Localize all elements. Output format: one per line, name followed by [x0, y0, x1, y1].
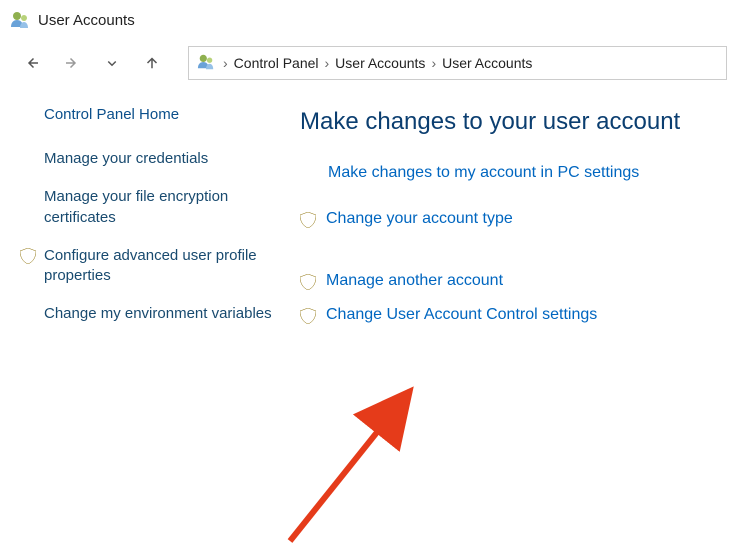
- recent-locations-dropdown[interactable]: [98, 49, 126, 77]
- address-bar[interactable]: › Control Panel › User Accounts › User A…: [188, 46, 727, 80]
- sidebar-item-file-encryption[interactable]: Manage your file encryption certificates: [44, 187, 274, 228]
- shield-icon: [300, 212, 316, 228]
- breadcrumb-item[interactable]: User Accounts: [442, 55, 532, 71]
- sidebar-item-label: Change my environment variables: [44, 304, 274, 324]
- user-accounts-icon: [197, 53, 217, 73]
- sidebar-item-label: Configure advanced user profile properti…: [44, 246, 274, 287]
- annotation-arrow: [270, 371, 450, 551]
- shield-icon: [20, 248, 36, 264]
- forward-button[interactable]: [58, 49, 86, 77]
- link-label[interactable]: Manage another account: [326, 272, 503, 290]
- sidebar: Control Panel Home Manage your credentia…: [0, 106, 300, 343]
- chevron-right-icon[interactable]: ›: [325, 55, 330, 71]
- user-accounts-icon: [10, 10, 30, 30]
- sidebar-item-manage-credentials[interactable]: Manage your credentials: [44, 149, 274, 169]
- content-area: Control Panel Home Manage your credentia…: [0, 106, 737, 343]
- breadcrumb-item[interactable]: Control Panel: [234, 55, 319, 71]
- link-label[interactable]: Make changes to my account in PC setting…: [328, 164, 639, 182]
- sidebar-item-env-vars[interactable]: Change my environment variables: [44, 304, 274, 324]
- link-change-account-type[interactable]: Change your account type: [300, 210, 737, 228]
- chevron-right-icon[interactable]: ›: [431, 55, 436, 71]
- link-uac-settings[interactable]: Change User Account Control settings: [300, 306, 737, 324]
- window-title: User Accounts: [38, 12, 135, 29]
- back-button[interactable]: [18, 49, 46, 77]
- sidebar-item-advanced-profile[interactable]: Configure advanced user profile properti…: [44, 246, 274, 287]
- link-label[interactable]: Change your account type: [326, 210, 513, 228]
- main-panel: Make changes to your user account Make c…: [300, 106, 737, 343]
- link-pc-settings[interactable]: Make changes to my account in PC setting…: [328, 164, 737, 182]
- sidebar-item-label: Manage your file encryption certificates: [44, 187, 274, 228]
- up-button[interactable]: [138, 49, 166, 77]
- sidebar-item-label: Manage your credentials: [44, 149, 274, 169]
- nav-toolbar: › Control Panel › User Accounts › User A…: [0, 40, 737, 88]
- shield-icon: [300, 308, 316, 324]
- breadcrumb-item[interactable]: User Accounts: [335, 55, 425, 71]
- link-manage-another-account[interactable]: Manage another account: [300, 272, 737, 290]
- page-heading: Make changes to your user account: [300, 108, 737, 136]
- shield-icon: [300, 274, 316, 290]
- chevron-right-icon[interactable]: ›: [223, 55, 228, 71]
- control-panel-home-link[interactable]: Control Panel Home: [44, 106, 274, 123]
- title-bar: User Accounts: [0, 0, 737, 40]
- spacer: [300, 244, 737, 272]
- link-label[interactable]: Change User Account Control settings: [326, 306, 597, 324]
